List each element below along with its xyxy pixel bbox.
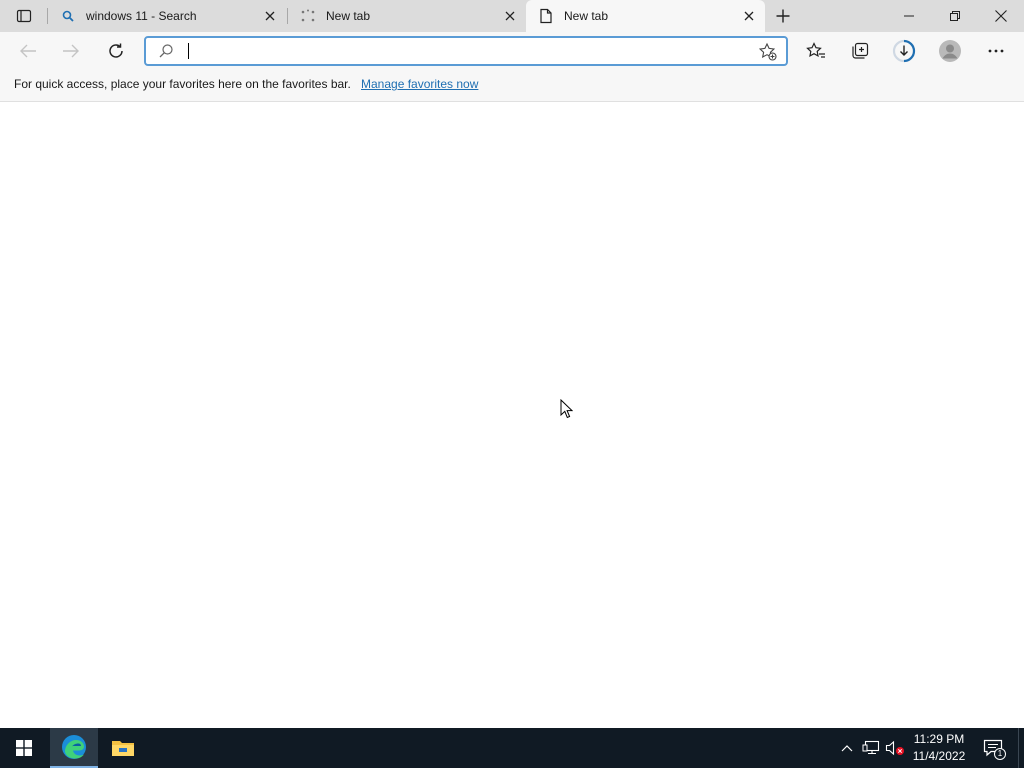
search-icon: [60, 8, 76, 24]
plus-icon: [776, 9, 790, 23]
forward-button[interactable]: [56, 36, 86, 66]
page-icon: [538, 8, 554, 24]
minimize-button[interactable]: [886, 0, 932, 32]
tab-actions-icon: [16, 9, 32, 23]
chevron-up-icon: [841, 745, 853, 752]
close-window-button[interactable]: [978, 0, 1024, 32]
clock-date: 11/4/2022: [912, 749, 966, 763]
taskbar-edge[interactable]: [50, 728, 98, 768]
close-tab-icon[interactable]: [262, 8, 278, 24]
close-tab-icon[interactable]: [502, 8, 518, 24]
favorites-button[interactable]: [801, 36, 831, 66]
collections-icon: [852, 42, 869, 59]
loading-icon: [300, 8, 316, 24]
taskbar-file-explorer[interactable]: [99, 728, 147, 768]
network-icon: [862, 740, 880, 755]
collections-button[interactable]: [845, 36, 875, 66]
refresh-icon: [109, 43, 123, 58]
profile-button[interactable]: [935, 36, 965, 66]
close-tab-icon[interactable]: [741, 8, 757, 24]
tab-windows-11-search[interactable]: windows 11 - Search: [48, 0, 286, 32]
tab-label: New tab: [326, 9, 371, 23]
network-button[interactable]: [861, 738, 881, 758]
favorites-bar: For quick access, place your favorites h…: [0, 70, 1024, 102]
refresh-button[interactable]: [101, 36, 131, 66]
edge-icon: [62, 735, 86, 759]
show-hidden-icons-button[interactable]: [837, 738, 857, 758]
tab-actions-button[interactable]: [8, 4, 40, 28]
start-button[interactable]: [0, 728, 48, 768]
page-content: [0, 103, 1024, 728]
folder-icon: [112, 741, 134, 756]
browser-window: windows 11 - Search New tab New tab For …: [0, 0, 1024, 768]
restore-icon: [950, 11, 960, 21]
back-button[interactable]: [13, 36, 43, 66]
address-bar[interactable]: [144, 36, 788, 66]
back-arrow-icon: [20, 44, 36, 58]
address-input[interactable]: [186, 41, 746, 61]
windows-logo-icon: [16, 740, 32, 756]
add-favorite-icon[interactable]: [758, 42, 778, 62]
tab-new-tab-active[interactable]: New tab: [526, 0, 765, 32]
favorites-bar-message: For quick access, place your favorites h…: [14, 77, 351, 91]
tab-new-tab-loading[interactable]: New tab: [288, 0, 526, 32]
restore-button[interactable]: [932, 0, 978, 32]
favorites-icon: [806, 42, 825, 58]
avatar-icon: [939, 40, 961, 62]
downloads-button[interactable]: [889, 36, 919, 66]
system-clock[interactable]: 11:29 PM 11/4/2022: [906, 731, 972, 765]
taskbar: 11:29 PM 11/4/2022 1: [0, 728, 1024, 768]
volume-button[interactable]: [885, 738, 905, 758]
text-caret: [188, 43, 189, 59]
notifications-button[interactable]: 1: [980, 736, 1006, 760]
tab-label: windows 11 - Search: [86, 9, 197, 23]
minimize-icon: [904, 15, 914, 17]
forward-arrow-icon: [63, 44, 79, 58]
volume-muted-icon: [885, 740, 904, 756]
settings-more-button[interactable]: [981, 36, 1011, 66]
mouse-pointer-icon: [560, 399, 573, 419]
notification-count: 1: [994, 748, 1006, 760]
new-tab-button[interactable]: [770, 4, 796, 28]
close-icon: [995, 10, 1007, 22]
search-icon: [158, 43, 174, 62]
tab-strip: windows 11 - Search New tab New tab: [0, 0, 1024, 32]
download-icon: [892, 39, 916, 63]
clock-time: 11:29 PM: [913, 732, 965, 746]
manage-favorites-link[interactable]: Manage favorites now: [361, 77, 478, 91]
tab-label: New tab: [564, 9, 609, 23]
more-icon: [988, 49, 1004, 53]
show-desktop-button[interactable]: [1018, 728, 1024, 768]
